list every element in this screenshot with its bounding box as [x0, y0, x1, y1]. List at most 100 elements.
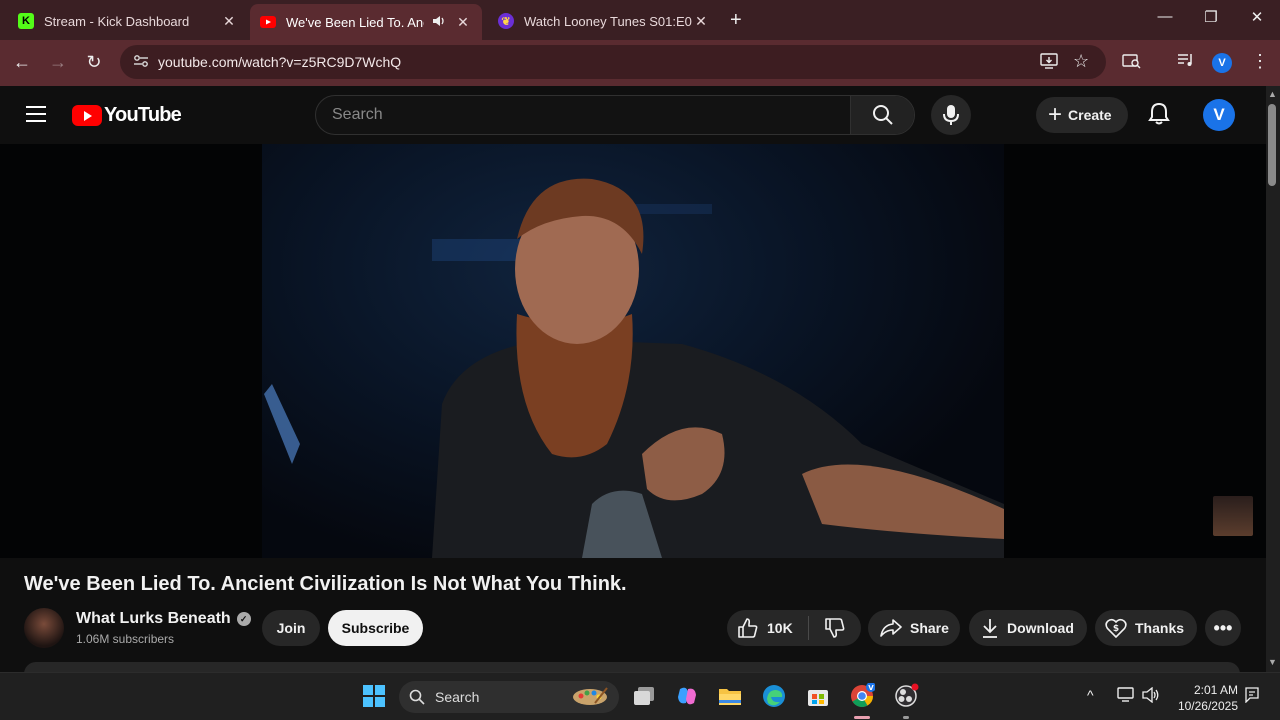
plus-icon: +: [1048, 101, 1063, 128]
tab-looney-tunes[interactable]: ❦ Watch Looney Tunes S01:E01 - ✕: [488, 6, 720, 36]
thanks-label: Thanks: [1135, 620, 1185, 636]
close-tab-icon[interactable]: ✕: [220, 13, 238, 30]
video-player[interactable]: [0, 144, 1266, 558]
back-arrow-icon[interactable]: ←: [10, 52, 34, 73]
forward-arrow-icon[interactable]: →: [46, 52, 70, 73]
tab-kick-dashboard[interactable]: K Stream - Kick Dashboard ✕: [8, 6, 248, 36]
browser-profile-avatar[interactable]: V: [1212, 53, 1232, 73]
close-tab-icon[interactable]: ✕: [454, 14, 472, 31]
like-dislike-group: 10K: [727, 610, 861, 646]
tab-title: Stream - Kick Dashboard: [44, 13, 190, 29]
join-label: Join: [276, 620, 306, 636]
search-input[interactable]: Search: [316, 96, 850, 134]
volume-speaker-icon[interactable]: [1142, 686, 1160, 706]
taskbar-search-label: Search: [435, 689, 480, 705]
tab-title: Watch Looney Tunes S01:E01 -: [524, 13, 692, 29]
share-button[interactable]: Share: [868, 610, 960, 646]
subscribe-label: Subscribe: [341, 620, 410, 636]
tab-title: We've Been Lied To. Ancient Civilization…: [286, 14, 424, 30]
speaker-icon[interactable]: [432, 15, 446, 30]
verified-check-icon: ✓: [236, 612, 251, 626]
channel-name-text[interactable]: What Lurks Beneath: [76, 610, 231, 628]
video-title: We've Been Lied To. Ancient Civilization…: [24, 573, 627, 595]
create-button[interactable]: + Create: [1036, 97, 1128, 133]
close-window-icon[interactable]: ✕: [1247, 8, 1267, 26]
task-view-icon[interactable]: [631, 683, 657, 709]
voice-search-button[interactable]: [931, 95, 971, 135]
tab-search-icon[interactable]: [1122, 53, 1142, 74]
youtube-account-avatar[interactable]: V: [1203, 99, 1235, 131]
more-dots-icon: •••: [1213, 617, 1233, 638]
youtube-header: YouTube Search + Create V: [0, 86, 1266, 144]
youtube-logo-icon: [260, 14, 276, 30]
clock-time: 2:01 AM: [1193, 683, 1238, 697]
video-thumbnail-preview[interactable]: [1213, 496, 1253, 536]
svg-text:V: V: [868, 684, 874, 692]
microphone-icon: [943, 105, 959, 125]
video-still-image: [264, 178, 1004, 558]
microsoft-store-icon[interactable]: [805, 683, 831, 709]
minimize-icon[interactable]: —: [1155, 8, 1175, 25]
obs-running-indicator: [903, 716, 909, 719]
thumbs-up-icon: [738, 618, 758, 638]
notification-center-icon[interactable]: [1244, 687, 1260, 706]
purple-app-icon: ❦: [498, 13, 514, 29]
system-clock[interactable]: 2:01 AM 10/26/2025: [1174, 682, 1238, 714]
notifications-bell-icon[interactable]: [1148, 102, 1170, 131]
subscriber-count: 1.06M subscribers: [76, 632, 175, 646]
download-button[interactable]: Download: [969, 610, 1087, 646]
scroll-up-arrow-icon[interactable]: ▲: [1268, 89, 1277, 99]
media-control-icon[interactable]: [1177, 53, 1195, 72]
search-icon: [872, 105, 893, 125]
chrome-browser-icon[interactable]: V: [849, 683, 875, 709]
channel-name[interactable]: What Lurks Beneath ✓: [76, 610, 251, 628]
bookmark-star-icon[interactable]: ☆: [1073, 51, 1089, 72]
menu-icon[interactable]: [26, 106, 46, 127]
copilot-icon[interactable]: [674, 683, 700, 709]
dislike-button[interactable]: [809, 617, 861, 639]
paint-palette-icon: [571, 685, 609, 710]
browser-menu-icon[interactable]: ⋮: [1251, 51, 1269, 72]
like-count: 10K: [767, 620, 793, 636]
clock-date: 10/26/2025: [1177, 699, 1238, 713]
thanks-button[interactable]: $ Thanks: [1095, 610, 1197, 646]
join-button[interactable]: Join: [262, 610, 320, 646]
thumbs-down-icon: [825, 618, 845, 638]
address-bar[interactable]: youtube.com/watch?v=z5RC9D7WchQ: [120, 45, 1106, 79]
windows-taskbar: Search V ^ 2:01 AM 10/26/2025: [0, 672, 1280, 720]
channel-avatar[interactable]: [24, 608, 64, 648]
search-icon: [409, 689, 425, 705]
share-label: Share: [910, 620, 949, 636]
maximize-icon[interactable]: ❐: [1201, 8, 1221, 26]
svg-text:$: $: [1113, 624, 1119, 634]
kick-logo-icon: K: [18, 13, 34, 29]
search-button[interactable]: [850, 96, 914, 134]
search-box: Search: [315, 95, 915, 135]
download-label: Download: [1007, 620, 1074, 636]
edge-browser-icon[interactable]: [761, 683, 787, 709]
network-monitor-icon[interactable]: [1117, 687, 1135, 706]
share-arrow-icon: [880, 618, 902, 638]
windows-start-icon[interactable]: [361, 683, 387, 709]
subscribe-button[interactable]: Subscribe: [328, 610, 423, 646]
close-tab-icon[interactable]: ✕: [692, 13, 710, 30]
file-explorer-icon[interactable]: [717, 683, 743, 709]
scroll-down-arrow-icon[interactable]: ▼: [1268, 657, 1277, 667]
new-tab-icon[interactable]: +: [730, 9, 742, 32]
video-frame: [262, 144, 1004, 558]
site-settings-icon[interactable]: [130, 54, 152, 71]
install-app-icon[interactable]: [1040, 53, 1058, 74]
more-actions-button[interactable]: •••: [1205, 610, 1241, 646]
like-button[interactable]: 10K: [727, 616, 809, 640]
create-label: Create: [1068, 107, 1112, 123]
youtube-logo[interactable]: YouTube: [72, 104, 182, 127]
download-icon: [981, 618, 999, 638]
obs-studio-icon[interactable]: [893, 683, 919, 709]
taskbar-search-box[interactable]: Search: [399, 681, 619, 713]
reload-icon[interactable]: ↻: [82, 52, 106, 73]
scrollbar-thumb[interactable]: [1268, 104, 1276, 186]
tab-youtube-video[interactable]: We've Been Lied To. Ancient Civilization…: [250, 4, 482, 40]
show-hidden-icons-chevron-icon[interactable]: ^: [1087, 687, 1094, 703]
heart-dollar-icon: $: [1105, 618, 1127, 638]
url-text[interactable]: youtube.com/watch?v=z5RC9D7WchQ: [158, 54, 401, 70]
